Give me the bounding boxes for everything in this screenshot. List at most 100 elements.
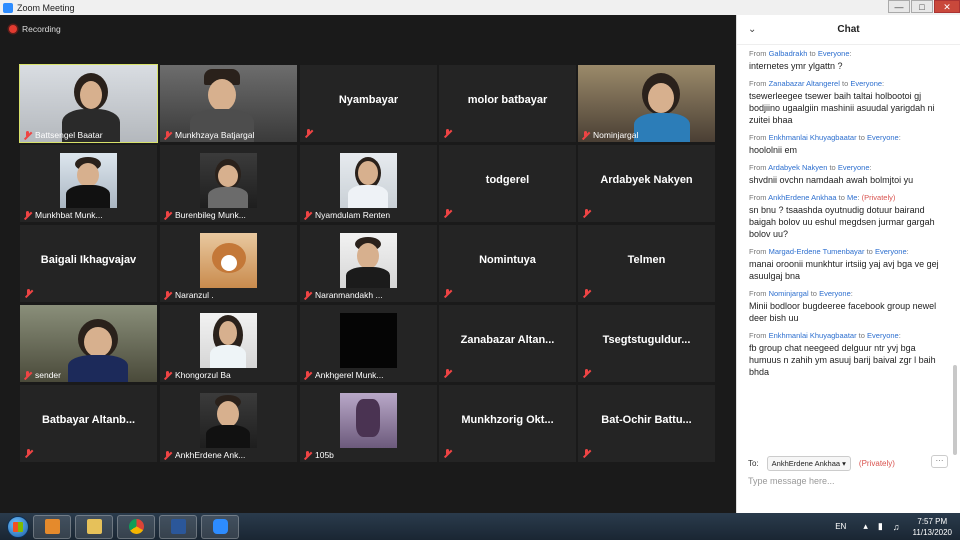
mic-muted-icon [303, 450, 312, 460]
network-icon[interactable]: ▮ [878, 521, 883, 532]
mic-muted-icon [443, 289, 452, 298]
participant-tile[interactable]: Munkhbat Munk... [20, 145, 157, 222]
chat-message: From Ardabyek Nakyen to Everyone: shvdnii… [749, 162, 949, 186]
chat-message-text: tsewerleegee tsewer baih taltai holbooto… [749, 91, 935, 125]
recipient-name: Everyone [819, 289, 851, 298]
mic-muted-icon [23, 210, 32, 220]
participant-tile[interactable]: Khongorzul Ba [160, 305, 297, 382]
participant-tile[interactable]: Telmen [578, 225, 715, 302]
chat-message-text: hoololnii em [749, 145, 798, 155]
participant-name-display: Telmen [627, 254, 666, 266]
start-button[interactable] [7, 515, 29, 538]
participant-tile[interactable]: Battsengel Baatar [19, 64, 158, 143]
mic-muted-icon [23, 370, 32, 380]
chat-message-meta: From Zanabazar Altangerel to Everyone: [749, 79, 885, 88]
sender-name[interactable]: Enkhmanlai Khuyagbaatar [769, 331, 857, 340]
chat-message-meta: From AnkhErdene Ankhaa to Me: (Privately… [749, 193, 896, 202]
participant-tile[interactable]: molor batbayar [439, 65, 576, 142]
sender-name[interactable]: Galbadrakh [769, 49, 808, 58]
chat-message-text: sn bnu ? tsaashda oyutnudig dotuur baira… [749, 205, 935, 239]
taskbar-file-explorer[interactable] [75, 514, 113, 539]
sender-name[interactable]: Margad-Erdene Tumenbayar [769, 247, 865, 256]
language-indicator[interactable]: EN [835, 522, 846, 531]
participant-tile[interactable]: Nyambayar [300, 65, 437, 142]
windows-logo-icon [13, 521, 23, 532]
taskbar-media-player[interactable] [33, 514, 71, 539]
title-bar: Zoom Meeting — □ ✕ [0, 0, 960, 15]
taskbar-zoom[interactable] [201, 514, 239, 539]
participant-name-label: Battsengel Baatar [23, 130, 103, 140]
taskbar-chrome[interactable] [117, 514, 155, 539]
sender-name[interactable]: Enkhmanlai Khuyagbaatar [769, 133, 857, 142]
participant-name: Burenbileg Munk... [175, 210, 246, 220]
mic-muted-icon [163, 210, 172, 220]
maximize-button[interactable]: □ [911, 0, 933, 13]
chat-message-meta: From Nominjargal to Everyone: [749, 289, 853, 298]
recipient-name: Everyone [850, 79, 883, 88]
participant-name-label: Naranzul . [163, 290, 214, 300]
mic-muted-icon [582, 209, 591, 218]
participant-tile[interactable]: Naranzul . [160, 225, 297, 302]
clock[interactable]: 7:57 PM 11/13/2020 [913, 516, 952, 538]
volume-icon[interactable]: ♫ [893, 522, 900, 532]
close-button[interactable]: ✕ [934, 0, 960, 13]
privately-label: (Privately) [858, 459, 895, 468]
show-hidden-icons-icon[interactable]: ▴ [863, 521, 868, 532]
participant-tile[interactable]: Tsegtstuguldur... [578, 305, 715, 382]
participant-tile[interactable]: Nyamdulam Renten [300, 145, 437, 222]
mic-muted-icon [443, 209, 452, 218]
participant-tile[interactable]: Bat-Ochir Battu... [578, 385, 715, 462]
participant-tile[interactable]: Ardabyek Nakyen [578, 145, 715, 222]
participant-tile[interactable]: Nomintuya [439, 225, 576, 302]
sender-name[interactable]: AnkhErdene Ankhaa [768, 193, 836, 202]
clock-time: 7:57 PM [917, 516, 948, 526]
participant-name-label: Nyamdulam Renten [303, 210, 390, 220]
taskbar-word[interactable] [159, 514, 197, 539]
mic-muted-icon [163, 450, 172, 460]
participant-tile[interactable]: sender [20, 305, 157, 382]
participant-tile[interactable]: Burenbileg Munk... [160, 145, 297, 222]
recording-label: Recording [22, 24, 61, 34]
participant-tile[interactable]: 105b [300, 385, 437, 462]
recipient-name: Everyone [874, 247, 907, 256]
recording-indicator[interactable]: Recording [9, 24, 61, 34]
recipient-name: Everyone [817, 49, 850, 58]
participant-name-label: Ankhgerel Munk... [303, 370, 384, 380]
chat-message: From Zanabazar Altangerel to Everyone: ts… [749, 78, 949, 126]
chat-message-input[interactable]: Type message here... [748, 476, 948, 486]
recipient-select[interactable]: AnkhErdene Ankhaa ▾ [766, 456, 851, 471]
participant-name-display: Zanabazar Altan... [460, 334, 555, 346]
mic-muted-icon [443, 129, 452, 138]
media-player-icon [44, 519, 60, 534]
participant-tile[interactable]: Munkhzaya Batjargal [160, 65, 297, 142]
zoom-app-icon [3, 2, 13, 13]
participant-tile[interactable]: Zanabazar Altan... [439, 305, 576, 382]
sender-name[interactable]: Ardabyek Nakyen [768, 163, 827, 172]
sender-name[interactable]: Nominjargal [769, 289, 809, 298]
participant-name: Munkhbat Munk... [35, 210, 103, 220]
chat-scrollbar[interactable] [953, 365, 957, 455]
chat-message: From AnkhErdene Ankhaa to Me: (Privately… [749, 192, 949, 240]
mic-muted-icon [581, 130, 590, 140]
mic-muted-icon [24, 289, 33, 298]
participant-tile[interactable]: Naranmandakh ... [300, 225, 437, 302]
participant-tile[interactable]: Ankhgerel Munk... [300, 305, 437, 382]
system-tray: EN ▴ ▮ ♫ 7:57 PM 11/13/2020 [835, 513, 952, 540]
mic-muted-icon [303, 370, 312, 380]
participant-tile[interactable]: Nominjargal [578, 65, 715, 142]
participant-name: sender [35, 370, 61, 380]
mic-muted-icon [24, 449, 33, 458]
more-options-button[interactable]: ··· [931, 455, 948, 468]
mic-muted-icon [303, 210, 312, 220]
participant-tile[interactable]: Munkhzorig Okt... [439, 385, 576, 462]
participant-tile[interactable]: todgerel [439, 145, 576, 222]
participant-tile[interactable]: Batbayar Altanb... [20, 385, 157, 462]
participant-tile[interactable]: Baigali Ikhagvajav [20, 225, 157, 302]
participant-name-label: Burenbileg Munk... [163, 210, 246, 220]
word-icon [170, 519, 186, 534]
sender-name[interactable]: Zanabazar Altangerel [769, 79, 840, 88]
chat-message-text: Minii bodloor bugdeeree facebook group n… [749, 301, 937, 323]
participant-tile[interactable]: AnkhErdene Ank... [160, 385, 297, 462]
participant-name-display: Bat-Ochir Battu... [601, 414, 692, 426]
minimize-button[interactable]: — [888, 0, 910, 13]
